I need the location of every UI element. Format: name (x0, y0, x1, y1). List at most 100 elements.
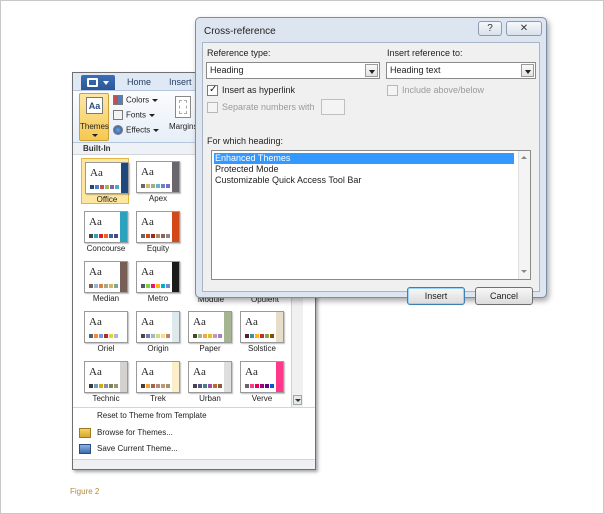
theme-color-swatch (89, 284, 93, 288)
fonts-button[interactable]: Fonts (113, 110, 156, 123)
effects-button[interactable]: Effects (113, 125, 160, 138)
theme-color-swatch (166, 384, 170, 388)
themes-label: Themes (80, 122, 109, 131)
theme-sample-text: Aa (89, 316, 102, 328)
theme-color-swatch (161, 184, 165, 188)
separate-numbers-checkbox[interactable] (207, 102, 218, 113)
theme-name: Median (92, 294, 120, 303)
theme-thumbnail: Aa (136, 211, 180, 243)
theme-name: Apex (148, 194, 168, 203)
theme-color-swatch (90, 185, 94, 189)
theme-tile-office[interactable]: Aa Office (81, 158, 129, 204)
list-item[interactable]: Customizable Quick Access Tool Bar (214, 175, 514, 186)
theme-color-swatch (166, 184, 170, 188)
theme-sample-text: Aa (141, 266, 154, 278)
theme-sample-text: Aa (141, 216, 154, 228)
theme-tile-origin[interactable]: Aa Origin (133, 308, 181, 354)
insert-button[interactable]: Insert (407, 287, 465, 305)
scroll-down-icon[interactable] (293, 395, 302, 405)
theme-thumbnail: Aa (188, 361, 232, 393)
insert-hyperlink-checkbox[interactable] (207, 84, 218, 96)
theme-tile-technic[interactable]: Aa Technic (81, 358, 129, 404)
theme-tile-equity[interactable]: Aa Equity (133, 208, 181, 254)
theme-tile-oriel[interactable]: Aa Oriel (81, 308, 129, 354)
chevron-down-icon[interactable] (365, 64, 378, 77)
theme-color-swatch (141, 234, 145, 238)
theme-tile-urban[interactable]: Aa Urban (185, 358, 233, 404)
margins-icon (175, 96, 191, 118)
theme-sample-text: Aa (245, 366, 258, 378)
theme-thumbnail: Aa (136, 261, 180, 293)
theme-color-swatches (141, 284, 171, 288)
theme-color-swatch (146, 384, 150, 388)
browse-themes-menu-item[interactable]: Browse for Themes... (79, 426, 173, 440)
separator-input[interactable] (321, 99, 345, 115)
theme-tile-paper[interactable]: Aa Paper (185, 308, 233, 354)
theme-name: Equity (146, 244, 170, 253)
theme-thumbnail: Aa (84, 211, 128, 243)
theme-accent-strip (172, 262, 179, 292)
file-menu-button[interactable] (81, 75, 115, 90)
theme-color-swatches (193, 334, 223, 338)
theme-color-swatch (94, 384, 98, 388)
menu-divider (73, 407, 315, 408)
theme-color-swatch (114, 384, 118, 388)
theme-tile-apex[interactable]: Aa Apex (133, 158, 181, 204)
theme-color-swatch (255, 384, 259, 388)
colors-button[interactable]: Colors (113, 95, 159, 108)
theme-tile-metro[interactable]: Aa Metro (133, 258, 181, 304)
theme-color-swatches (141, 334, 171, 338)
include-above-below-checkbox[interactable] (387, 85, 398, 96)
theme-color-swatch (89, 334, 93, 338)
theme-color-swatch (213, 384, 217, 388)
themes-button[interactable]: Aa Themes (79, 93, 109, 141)
theme-tile-trek[interactable]: Aa Trek (133, 358, 181, 404)
theme-color-swatches (89, 384, 119, 388)
close-button[interactable]: ✕ (506, 21, 542, 36)
theme-thumbnail: Aa (188, 311, 232, 343)
reset-theme-menu-item[interactable]: Reset to Theme from Template (79, 409, 207, 423)
theme-color-swatches (141, 234, 171, 238)
chevron-down-icon[interactable] (521, 64, 534, 77)
theme-accent-strip (224, 362, 231, 392)
theme-color-swatch (104, 334, 108, 338)
theme-color-swatch (110, 185, 114, 189)
margins-button[interactable]: Margins (169, 94, 197, 142)
heading-list[interactable]: Enhanced Themes Protected Mode Customiza… (211, 150, 531, 280)
resize-grip[interactable] (73, 459, 315, 469)
reset-icon (79, 411, 91, 421)
tab-home[interactable]: Home (127, 77, 151, 87)
theme-thumbnail: Aa (84, 311, 128, 343)
theme-tile-solstice[interactable]: Aa Solstice (237, 308, 285, 354)
insert-reference-select[interactable]: Heading text (386, 62, 536, 79)
theme-thumbnail: Aa (85, 162, 129, 194)
scroll-down-icon[interactable] (520, 267, 529, 277)
theme-tile-concourse[interactable]: Aa Concourse (81, 208, 129, 254)
theme-tile-verve[interactable]: Aa Verve (237, 358, 285, 404)
list-scrollbar[interactable] (518, 151, 530, 279)
scroll-up-icon[interactable] (520, 153, 529, 163)
theme-accent-strip (224, 312, 231, 342)
list-item[interactable]: Enhanced Themes (214, 153, 514, 164)
theme-thumbnail: Aa (84, 361, 128, 393)
theme-color-swatches (245, 384, 275, 388)
reference-type-select[interactable]: Heading (206, 62, 380, 79)
theme-color-swatch (265, 384, 269, 388)
theme-color-swatch (161, 284, 165, 288)
theme-sample-text: Aa (89, 366, 102, 378)
theme-color-swatch (109, 384, 113, 388)
theme-color-swatch (265, 334, 269, 338)
theme-color-swatch (218, 384, 222, 388)
help-button[interactable]: ? (478, 21, 502, 36)
theme-tile-median[interactable]: Aa Median (81, 258, 129, 304)
theme-color-swatch (151, 334, 155, 338)
save-theme-menu-item[interactable]: Save Current Theme... (79, 442, 178, 456)
cancel-button[interactable]: Cancel (475, 287, 533, 305)
theme-name: Oriel (97, 344, 115, 353)
list-item[interactable]: Protected Mode (214, 164, 514, 175)
theme-color-swatch (208, 384, 212, 388)
theme-color-swatch (146, 234, 150, 238)
theme-color-swatch (99, 334, 103, 338)
tab-insert[interactable]: Insert (169, 77, 192, 87)
theme-color-swatch (146, 184, 150, 188)
